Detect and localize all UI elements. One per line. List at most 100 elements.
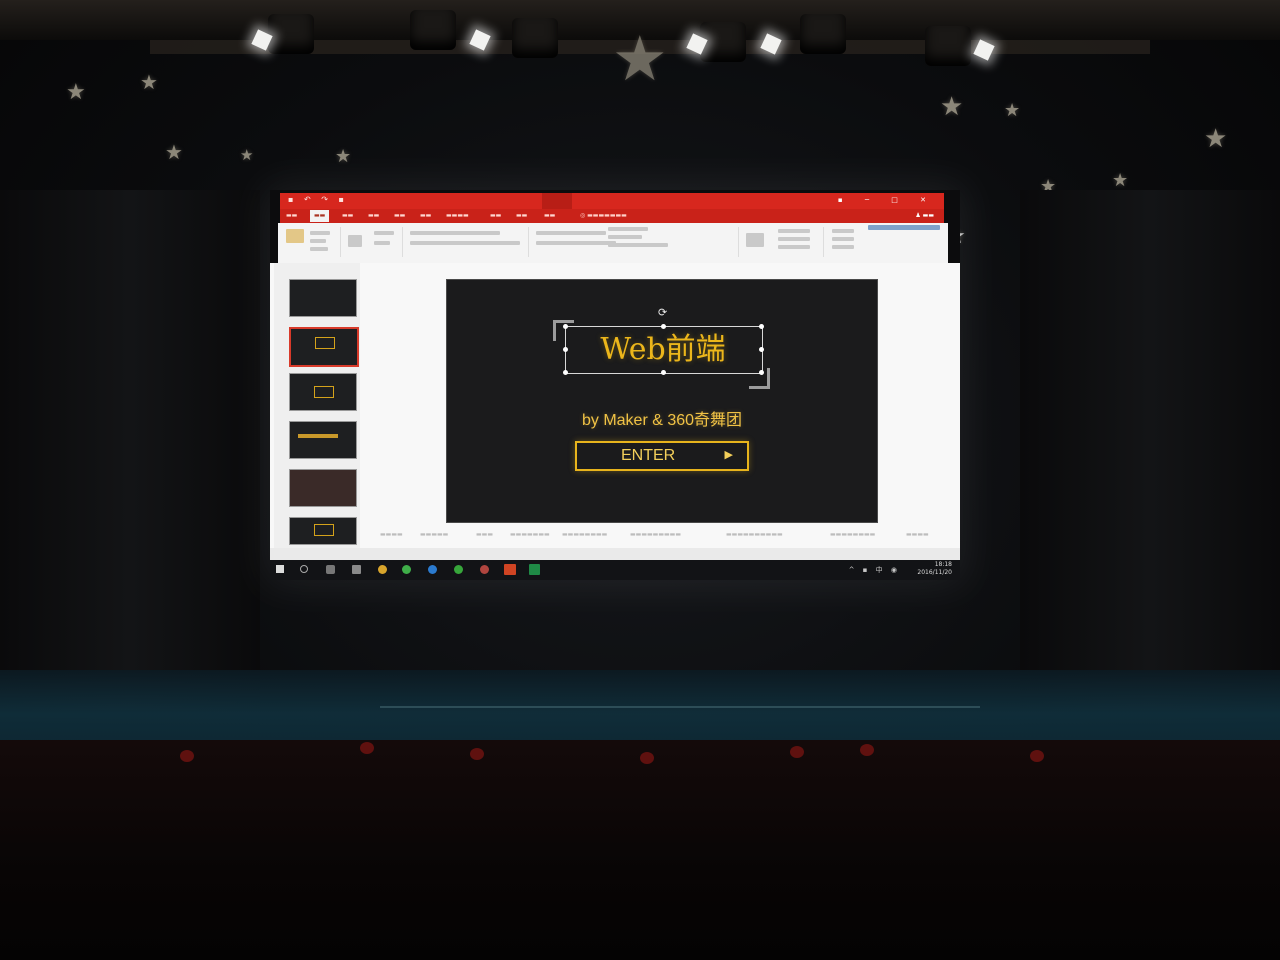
resize-handle[interactable] [563, 370, 568, 375]
curtain-right [1020, 190, 1280, 710]
search-icon[interactable] [300, 565, 308, 573]
status-bar [270, 548, 960, 560]
flower-decoration [790, 746, 804, 758]
app-icon[interactable] [402, 565, 411, 574]
flower-decoration [640, 752, 654, 764]
task-view-icon[interactable] [326, 565, 335, 574]
stage-lamp [800, 14, 846, 54]
find-control[interactable] [832, 229, 854, 233]
slide-thumbnail-selected[interactable] [289, 327, 359, 367]
star-decoration: ★ [140, 70, 158, 94]
ribbon-tab[interactable]: ▬▬ [342, 212, 353, 219]
font-format-buttons[interactable] [410, 241, 520, 245]
ribbon-control[interactable] [374, 231, 394, 235]
ribbon-tab[interactable]: ▬▬ [516, 212, 527, 219]
paragraph-controls[interactable] [536, 231, 606, 235]
slide-thumbnail[interactable] [289, 517, 357, 545]
slide-thumbnail-pane [274, 263, 360, 548]
shape-outline-control[interactable] [778, 237, 810, 241]
curtain-left [0, 190, 260, 710]
quick-access-icons[interactable]: ▪ ↶ ↷ ▪ [288, 195, 348, 204]
flower-decoration [180, 750, 194, 762]
browser-icon[interactable] [428, 565, 437, 574]
stage-lamp [410, 10, 456, 50]
ribbon-tab[interactable]: ▬▬ [368, 212, 379, 219]
slide-title[interactable]: Web前端 [565, 330, 761, 370]
ribbon-divider [402, 227, 403, 257]
slide-thumbnail[interactable] [289, 421, 357, 459]
clock-date: 2016/11/20 [917, 569, 952, 576]
excel-icon[interactable] [529, 564, 540, 575]
ribbon-tab[interactable]: ▬▬ [490, 212, 501, 219]
shapes-icon[interactable] [746, 233, 764, 247]
ribbon-divider [340, 227, 341, 257]
paragraph-controls[interactable] [536, 241, 616, 245]
slide-thumbnail[interactable] [289, 469, 357, 507]
tell-me-search[interactable]: ◎ ▬▬▬▬▬▬▬ [580, 212, 627, 219]
slide-thumbnail[interactable] [289, 373, 357, 411]
share-button[interactable]: ♟ ▬▬ [915, 212, 934, 219]
resize-handle[interactable] [563, 324, 568, 329]
flower-decoration [470, 748, 484, 760]
ribbon-tray-icons[interactable] [868, 225, 940, 230]
star-decoration: ★ [612, 22, 668, 95]
slide-thumbnail[interactable] [289, 279, 357, 317]
star-decoration: ★ [1112, 170, 1129, 191]
ribbon-divider [823, 227, 824, 257]
enter-button-label: ENTER [621, 447, 676, 464]
slide-subtitle[interactable]: by Maker & 360奇舞团 [547, 406, 777, 430]
app-icon[interactable] [480, 565, 489, 574]
select-control[interactable] [832, 245, 854, 249]
replace-control[interactable] [832, 237, 854, 241]
window-controls-icon[interactable]: ▪ ─ □ ✕ [838, 196, 936, 204]
star-decoration: ★ [165, 140, 183, 164]
ribbon-control[interactable] [310, 239, 326, 243]
ribbon-tabs: ▬▬ ▬▬ ▬▬ ▬▬ ▬▬ ▬▬ ▬▬▬▬ ▬▬ ▬▬ ▬▬ ◎ ▬▬▬▬▬▬… [280, 209, 944, 223]
star-decoration: ★ [240, 146, 254, 164]
resize-handle[interactable] [759, 370, 764, 375]
ribbon-tab[interactable]: ▬▬ [286, 212, 297, 219]
shape-effects-control[interactable] [778, 245, 810, 249]
new-slide-icon[interactable] [348, 235, 362, 247]
ribbon-control[interactable] [374, 241, 390, 245]
projection-screen: ▪ ↶ ↷ ▪ ▪ ─ □ ✕ ▬▬ ▬▬ ▬▬ ▬▬ ▬▬ ▬▬ ▬▬▬▬ ▬… [270, 190, 960, 580]
flower-decoration [860, 744, 874, 756]
ribbon-tab[interactable]: ▬▬ [394, 212, 405, 219]
photo-scene: ★ ★ ★ ★ ★ ★ ★ ★ ★ ★ ★ ★ ★ ▪ ↶ ↷ ▪ ▪ ─ □ … [0, 0, 1280, 960]
star-decoration: ★ [940, 92, 964, 122]
comment-strip: ▬▬▬▬ ▬▬▬▬▬ ▬▬▬ ▬▬▬▬▬▬▬ ▬▬▬▬▬▬▬▬ ▬▬▬▬▬▬▬▬… [380, 531, 929, 538]
ribbon-control[interactable] [310, 231, 330, 235]
font-selector[interactable] [410, 231, 500, 235]
start-icon[interactable] [276, 565, 284, 573]
flower-decoration [360, 742, 374, 754]
enter-button[interactable]: ENTER ▶ [575, 441, 749, 471]
chrome-icon[interactable] [378, 565, 387, 574]
powerpoint-icon[interactable] [504, 564, 516, 575]
ribbon-tab-active[interactable]: ▬▬ [310, 210, 330, 222]
resize-handle[interactable] [661, 370, 666, 375]
rotate-handle-icon[interactable]: ⟳ [658, 307, 667, 318]
stage-lamp [925, 26, 971, 66]
clock-time: 18:18 [934, 561, 952, 568]
ribbon-divider [738, 227, 739, 257]
ribbon-tab[interactable]: ▬▬ [420, 212, 431, 219]
ribbon-tab[interactable]: ▬▬ [544, 212, 555, 219]
stage-lamp [268, 14, 314, 54]
align-text-control[interactable] [608, 235, 642, 239]
ribbon-tab[interactable]: ▬▬▬▬ [446, 212, 469, 219]
text-direction-control[interactable] [608, 227, 648, 231]
ribbon-control[interactable] [310, 247, 328, 251]
audience-area [0, 740, 1280, 960]
ribbon-toolbar [278, 223, 948, 263]
system-tray-icons[interactable]: ^ ▪ 中 ◉ [849, 565, 900, 575]
smartart-control[interactable] [608, 243, 668, 247]
resize-handle[interactable] [661, 324, 666, 329]
taskbar-clock[interactable]: 18:18 2016/11/20 [917, 561, 952, 577]
paste-icon[interactable] [286, 229, 304, 243]
current-slide[interactable]: ⟳ Web前端 by Maker & 360奇舞团 ENTER ▶ [447, 280, 877, 522]
resize-handle[interactable] [759, 324, 764, 329]
wechat-icon[interactable] [454, 565, 463, 574]
shape-fill-control[interactable] [778, 229, 810, 233]
star-decoration: ★ [66, 80, 86, 105]
file-explorer-icon[interactable] [352, 565, 361, 574]
